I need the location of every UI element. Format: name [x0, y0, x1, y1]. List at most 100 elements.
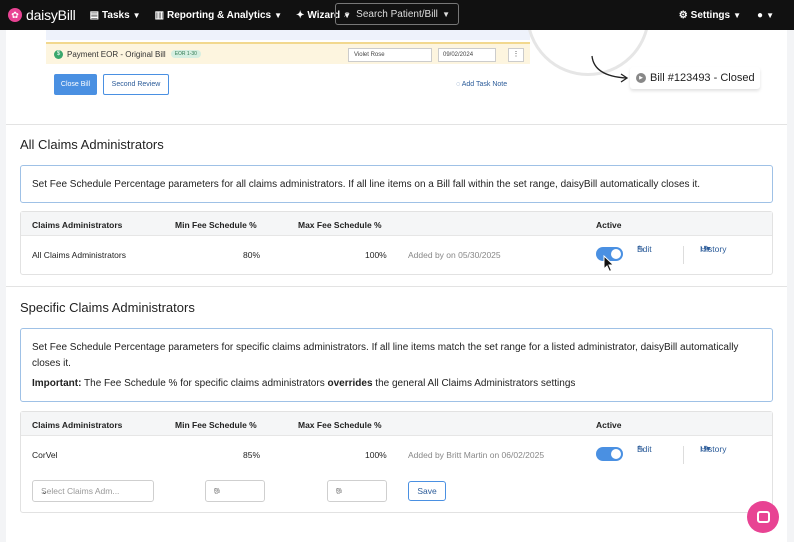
- all-admins-info-text: Set Fee Schedule Percentage parameters f…: [32, 179, 701, 190]
- nav-reporting-label: Reporting & Analytics: [167, 9, 272, 21]
- chat-launcher[interactable]: [747, 501, 779, 533]
- row-added-by: Added by Britt Martin on 06/02/2025: [408, 450, 545, 460]
- chevron-down-icon: ▼: [274, 10, 283, 20]
- header-active: Active: [596, 220, 622, 230]
- table-row: All Claims Administrators 80% 100% Added…: [21, 236, 772, 274]
- edit-label: Edit: [637, 444, 652, 454]
- history-label: History: [700, 444, 727, 454]
- header-max-fee: Max Fee Schedule %: [298, 220, 382, 230]
- important-text-post: the general All Claims Administrators se…: [372, 378, 576, 389]
- table-row: CorVel 85% 100% Added by Britt Martin on…: [21, 436, 772, 474]
- chevron-down-icon: ▼: [442, 9, 450, 19]
- divider: [6, 286, 787, 287]
- mockup-add-task-note: ◌ Add Task Note: [456, 81, 507, 88]
- curved-arrow-icon: [591, 55, 629, 83]
- more-icon: ⋮: [508, 48, 524, 62]
- mockup-top-strip: [46, 30, 530, 40]
- divider: [683, 246, 684, 264]
- search-patient-bill[interactable]: ⌕ Search Patient/Bill ▼: [335, 3, 459, 25]
- header-max-fee: Max Fee Schedule %: [298, 420, 382, 430]
- divider: [683, 446, 684, 464]
- chevron-down-icon: ⌄: [41, 486, 48, 496]
- bill-closed-label: Bill #123493 - Closed: [650, 72, 755, 84]
- mockup-task-title: Payment EOR - Original Bill: [67, 49, 166, 59]
- nav-tasks-label: Tasks: [102, 9, 130, 21]
- specific-admins-info: Set Fee Schedule Percentage parameters f…: [20, 328, 773, 402]
- brand-logo[interactable]: ✿ daisyBill: [8, 7, 76, 23]
- nav-reporting[interactable]: ▥ Reporting & Analytics ▼: [155, 10, 282, 21]
- new-admin-row: Select Claims Adm... ⌄ 0 % 0 % Save: [21, 474, 772, 512]
- chevron-down-icon: ▼: [705, 445, 712, 453]
- important-note: Important: The Fee Schedule % for specif…: [32, 376, 761, 392]
- important-overrides: overrides: [327, 378, 373, 389]
- mockup-task-bar: $ Payment EOR - Original Bill EOR 1-30 V…: [46, 42, 530, 64]
- page-content: $ Payment EOR - Original Bill EOR 1-30 V…: [6, 30, 787, 542]
- mockup-eor-tag: EOR 1-30: [170, 50, 201, 58]
- row-min-fee: 80%: [243, 250, 261, 260]
- mockup-second-review-button: Second Review: [103, 74, 169, 95]
- mockup-date-field: 09/02/2024: [438, 48, 496, 62]
- all-admins-info: Set Fee Schedule Percentage parameters f…: [20, 165, 773, 203]
- daisy-icon: ✿: [8, 8, 22, 22]
- brand-name: daisyBill: [26, 7, 76, 23]
- all-admins-title: All Claims Administrators: [20, 137, 164, 152]
- specific-admins-table: Claims Administrators Min Fee Schedule %…: [20, 411, 773, 513]
- save-button[interactable]: Save: [408, 481, 446, 501]
- comment-icon: ◌: [456, 81, 461, 88]
- row-admin-name: CorVel: [32, 450, 58, 460]
- row-min-fee: 85%: [243, 450, 261, 460]
- claims-admin-select-placeholder: Select Claims Adm...: [41, 486, 120, 496]
- clipboard-icon: ▤: [89, 9, 100, 21]
- dollar-icon: $: [54, 49, 63, 59]
- divider: [6, 124, 787, 125]
- closed-status-icon: ▶: [636, 73, 646, 83]
- header-active: Active: [596, 420, 622, 430]
- gear-icon: ⚙: [678, 9, 688, 21]
- percent-suffix: %: [336, 487, 343, 495]
- table-header: Claims Administrators Min Fee Schedule %…: [21, 212, 772, 236]
- row-max-fee: 100%: [365, 450, 387, 460]
- header-min-fee: Min Fee Schedule %: [175, 420, 257, 430]
- row-max-fee: 100%: [365, 250, 387, 260]
- chevron-down-icon: ▼: [705, 245, 712, 253]
- table-header: Claims Administrators Min Fee Schedule %…: [21, 412, 772, 436]
- wand-icon: ✦: [296, 9, 305, 21]
- history-label: History: [700, 244, 727, 254]
- all-admins-table: Claims Administrators Min Fee Schedule %…: [20, 211, 773, 275]
- percent-suffix: %: [214, 487, 221, 495]
- bill-closed-pill: ▶ Bill #123493 - Closed: [630, 67, 760, 89]
- max-fee-input[interactable]: 0 %: [327, 480, 387, 502]
- min-fee-input[interactable]: 0 %: [205, 480, 265, 502]
- important-text-pre: The Fee Schedule % for specific claims a…: [81, 378, 328, 389]
- search-icon: ⌕: [344, 7, 351, 20]
- specific-admins-title: Specific Claims Administrators: [20, 300, 195, 315]
- settings-label: Settings: [690, 9, 731, 21]
- mouse-cursor-icon: [603, 255, 615, 273]
- row-added-by: Added by on 05/30/2025: [408, 250, 501, 260]
- header-claims-admin: Claims Administrators: [32, 220, 123, 230]
- mockup-add-task-note-label: Add Task Note: [461, 81, 508, 88]
- row-admin-name: All Claims Administrators: [32, 250, 126, 260]
- chevron-down-icon: ▼: [132, 10, 141, 20]
- edit-label: Edit: [637, 244, 652, 254]
- top-nav: ✿ daisyBill ▤ Tasks ▼ ▥ Reporting & Anal…: [0, 0, 794, 30]
- user-icon: ●: [757, 9, 764, 21]
- chat-icon: [756, 511, 770, 523]
- nav-right: ⚙ Settings ▼ ● ▼: [679, 0, 774, 30]
- mockup-close-bill-button: Close Bill: [54, 74, 97, 95]
- search-label: Search Patient/Bill: [356, 8, 438, 20]
- chevron-down-icon: ▼: [733, 10, 742, 20]
- header-min-fee: Min Fee Schedule %: [175, 220, 257, 230]
- specific-admins-info-text: Set Fee Schedule Percentage parameters f…: [32, 342, 739, 369]
- claims-admin-select[interactable]: Select Claims Adm... ⌄: [32, 480, 154, 502]
- header-claims-admin: Claims Administrators: [32, 420, 123, 430]
- active-toggle[interactable]: [596, 447, 623, 461]
- important-label: Important:: [32, 378, 82, 389]
- mockup-assignee-select: Violet Rose: [348, 48, 432, 62]
- nav-tasks[interactable]: ▤ Tasks ▼: [90, 10, 141, 21]
- auto-close-illustration: $ Payment EOR - Original Bill EOR 1-30 V…: [6, 30, 787, 124]
- bill-mockup: $ Payment EOR - Original Bill EOR 1-30 V…: [46, 30, 530, 100]
- chart-icon: ▥: [154, 9, 165, 21]
- user-menu[interactable]: ● ▼: [757, 10, 774, 21]
- settings-menu[interactable]: ⚙ Settings ▼: [679, 10, 741, 21]
